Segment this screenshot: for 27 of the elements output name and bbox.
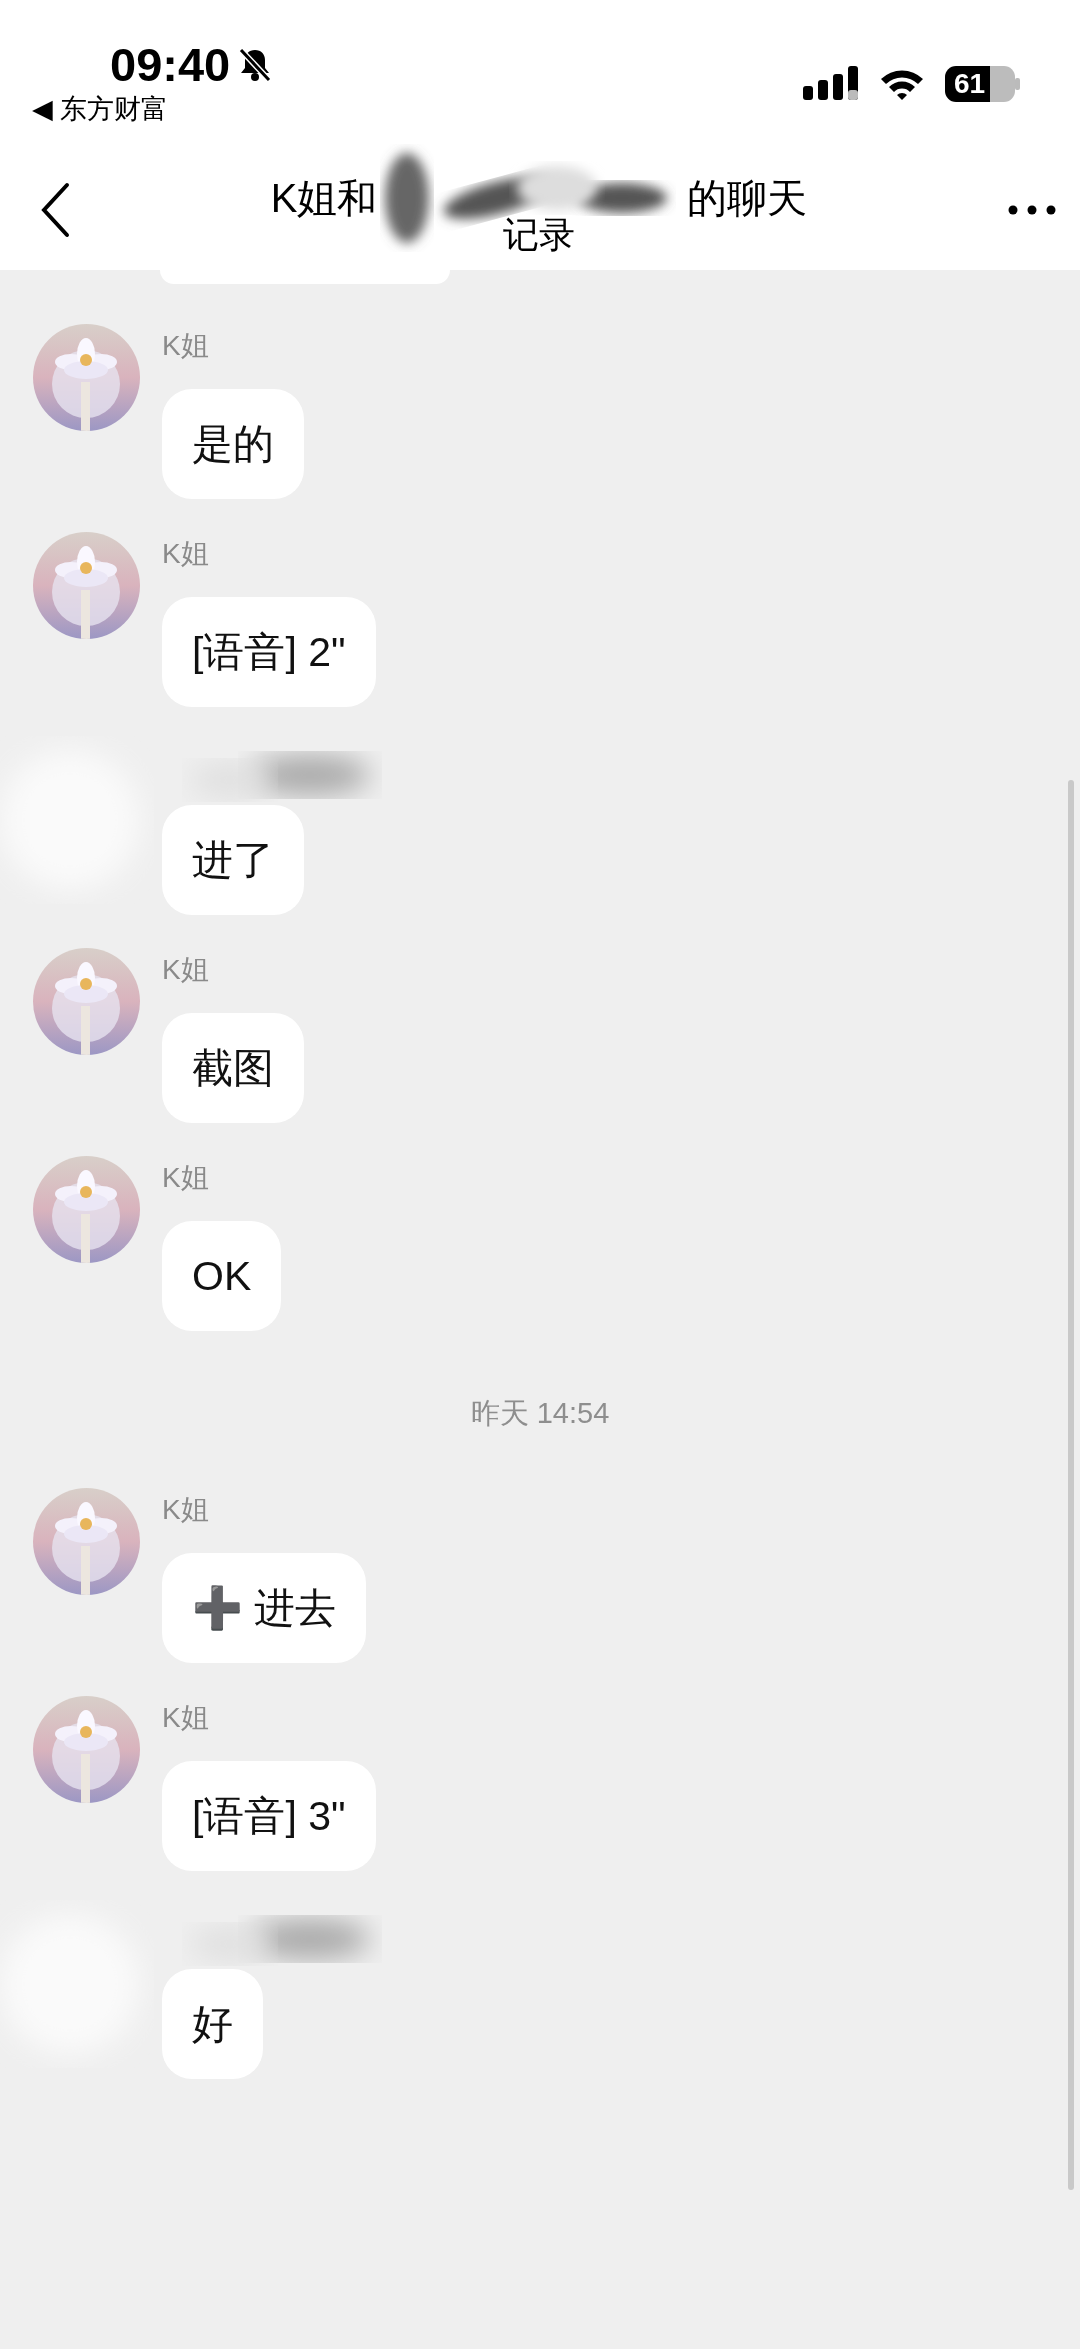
message-bubble: 截图 bbox=[162, 1013, 304, 1123]
chat-title: 记录 bbox=[503, 215, 575, 255]
back-icon[interactable] bbox=[40, 182, 70, 238]
chat-title: 的聊天 bbox=[687, 175, 808, 222]
sender-name: K姐 bbox=[162, 1493, 210, 1527]
battery-tip-icon bbox=[1015, 78, 1020, 90]
message-bubble: 进了 bbox=[162, 805, 304, 915]
back-to-app-link[interactable]: ◀ 东方财富 bbox=[32, 92, 273, 126]
message-bubble: 好 bbox=[162, 1969, 263, 2079]
timestamp: 昨天 14:54 bbox=[470, 1396, 610, 1431]
signal-icon bbox=[803, 66, 859, 102]
chat-title: K姐和 bbox=[270, 175, 378, 222]
sender-name: K姐 bbox=[162, 1161, 210, 1195]
battery-icon: 61 bbox=[945, 66, 1015, 102]
message-bubble: [语音] 3" bbox=[162, 1761, 376, 1871]
message-bubble: 是的 bbox=[162, 389, 304, 499]
status-time: 09:40 bbox=[110, 38, 231, 92]
message-bubble: OK bbox=[162, 1221, 282, 1331]
wifi-icon bbox=[879, 67, 925, 101]
sender-name: K姐 bbox=[162, 537, 210, 571]
message-bubble: ➕ 进去 bbox=[162, 1553, 367, 1663]
bell-muted-icon bbox=[238, 47, 273, 83]
more-icon[interactable] bbox=[1008, 205, 1056, 215]
sender-name: K姐 bbox=[162, 1701, 210, 1735]
sender-name: K姐 bbox=[162, 953, 210, 987]
message-bubble: [语音] 2" bbox=[162, 597, 376, 707]
sender-name: K姐 bbox=[162, 329, 210, 363]
